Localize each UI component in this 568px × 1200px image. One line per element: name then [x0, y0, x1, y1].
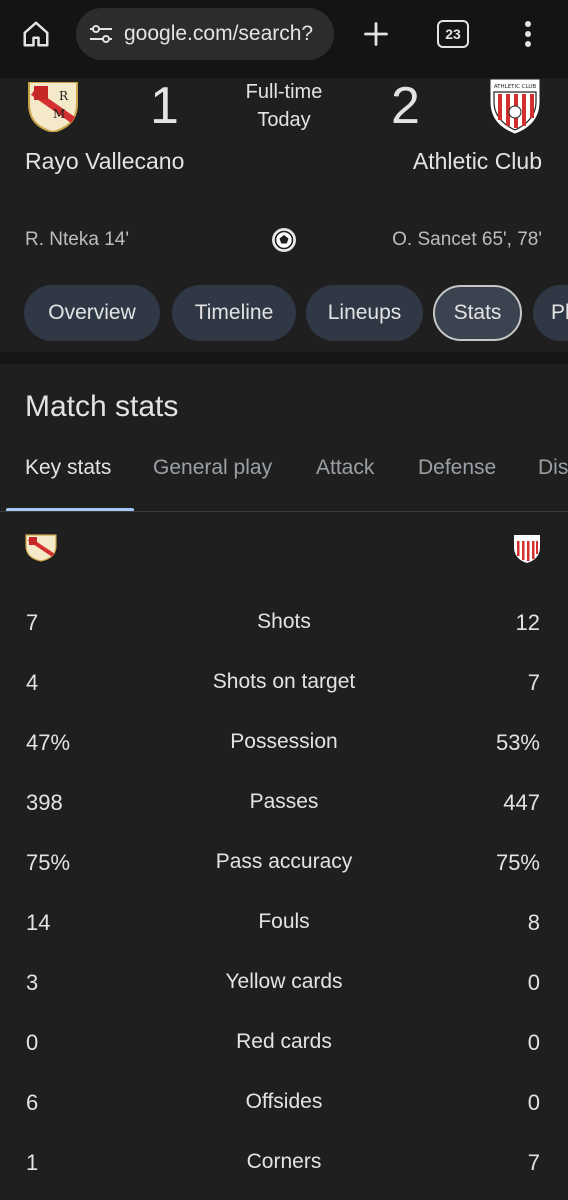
stats-subtabs: Key stats General play Attack Defense Di…: [0, 440, 568, 512]
crest-text: ATHLETIC CLUB: [494, 84, 537, 90]
away-stat-value: 447: [503, 790, 540, 815]
stat-label: Offsides: [245, 1090, 323, 1113]
home-stat-value: 3: [26, 970, 39, 995]
tab-lineups[interactable]: Lineups: [306, 285, 423, 341]
browser-toolbar: google.com/search? 23: [0, 0, 568, 78]
home-stat-value: 4: [26, 670, 39, 695]
stat-label: Possession: [230, 730, 338, 753]
away-team-name[interactable]: Athletic Club: [413, 148, 542, 175]
home-scorers: R. Nteka 14': [25, 229, 129, 250]
match-tabs: Overview Timeline Lineups Stats Pl: [24, 285, 568, 343]
home-stat-value: 6: [26, 1090, 39, 1115]
stat-row-offsides: 6 Offsides 0: [0, 1080, 568, 1140]
match-header: R M 1 Full-time Today 2 ATHLETIC CLUB Ra…: [0, 77, 568, 352]
subtab-general-play[interactable]: General play: [153, 456, 272, 480]
home-score: 1: [150, 77, 179, 135]
stat-label: Yellow cards: [225, 970, 343, 993]
stat-row-passes: 398 Passes 447: [0, 780, 568, 840]
subtab-defense[interactable]: Defense: [418, 456, 496, 480]
section-divider: [0, 352, 568, 364]
tab-players[interactable]: Pl: [533, 285, 568, 341]
away-stat-value: 53%: [495, 730, 540, 755]
stat-label: Shots: [257, 610, 311, 633]
home-stat-value: 1: [26, 1150, 39, 1175]
away-stat-value: 0: [527, 970, 540, 995]
stat-label: Passes: [249, 790, 319, 813]
subtab-attack[interactable]: Attack: [316, 456, 374, 480]
stat-row-red-cards: 0 Red cards 0: [0, 1020, 568, 1080]
tab-count: 23: [445, 26, 461, 42]
stat-row-pass-accuracy: 75% Pass accuracy 75%: [0, 840, 568, 900]
stat-row-shots: 7 Shots 12: [0, 600, 568, 660]
home-stat-value: 14: [26, 910, 51, 935]
subtab-key-stats[interactable]: Key stats: [25, 456, 111, 480]
home-team-name[interactable]: Rayo Vallecano: [25, 148, 184, 175]
stat-row-shots-on-target: 4 Shots on target 7: [0, 660, 568, 720]
tab-timeline[interactable]: Timeline: [172, 285, 296, 341]
rayo-vallecano-mini-crest-icon: [25, 534, 57, 567]
home-icon[interactable]: [14, 14, 58, 54]
stat-label: Corners: [246, 1150, 322, 1173]
status-date: Today: [257, 109, 311, 131]
stat-row-possession: 47% Possession 53%: [0, 720, 568, 780]
stat-label: Fouls: [258, 910, 310, 933]
tab-overview[interactable]: Overview: [24, 285, 160, 341]
tab-switcher-button[interactable]: 23: [437, 20, 469, 48]
stat-row-corners: 1 Corners 7: [0, 1140, 568, 1200]
new-tab-icon[interactable]: [356, 14, 396, 54]
home-stat-value: 7: [26, 610, 39, 635]
url-text: google.com/search?: [124, 22, 314, 45]
stat-label: Pass accuracy: [215, 850, 353, 873]
athletic-club-crest-icon[interactable]: ATHLETIC CLUB: [488, 78, 542, 134]
active-subtab-indicator: [6, 508, 134, 511]
svg-text:R: R: [59, 89, 69, 103]
away-scorers: O. Sancet 65', 78': [392, 229, 542, 250]
soccer-ball-icon: [271, 227, 297, 253]
away-stat-value: 12: [515, 610, 540, 635]
more-options-icon[interactable]: [512, 14, 544, 54]
away-stat-value: 75%: [495, 850, 540, 875]
stat-label: Shots on target: [212, 670, 356, 693]
match-status: Full-time Today: [200, 78, 368, 134]
address-bar[interactable]: google.com/search?: [76, 8, 334, 60]
status-fulltime: Full-time: [245, 81, 323, 103]
athletic-club-mini-crest-icon: [513, 534, 541, 569]
stat-label: Red cards: [236, 1030, 332, 1053]
tab-stats[interactable]: Stats: [433, 285, 522, 341]
home-stat-value: 0: [26, 1030, 39, 1055]
rayo-vallecano-crest-icon[interactable]: R M: [25, 81, 81, 134]
away-score: 2: [391, 77, 420, 135]
stat-row-yellow-cards: 3 Yellow cards 0: [0, 960, 568, 1020]
away-stat-value: 8: [527, 910, 540, 935]
away-stat-value: 7: [527, 670, 540, 695]
home-stat-value: 398: [26, 790, 63, 815]
home-stat-value: 47%: [26, 730, 71, 755]
svg-text:M: M: [53, 107, 65, 121]
away-stat-value: 7: [527, 1150, 540, 1175]
away-stat-value: 0: [527, 1090, 540, 1115]
site-settings-icon[interactable]: [88, 21, 114, 47]
subtab-discipline[interactable]: Dis: [538, 456, 568, 480]
stat-row-fouls: 14 Fouls 8: [0, 900, 568, 960]
home-stat-value: 75%: [26, 850, 71, 875]
match-stats-title: Match stats: [25, 390, 179, 423]
away-stat-value: 0: [527, 1030, 540, 1055]
